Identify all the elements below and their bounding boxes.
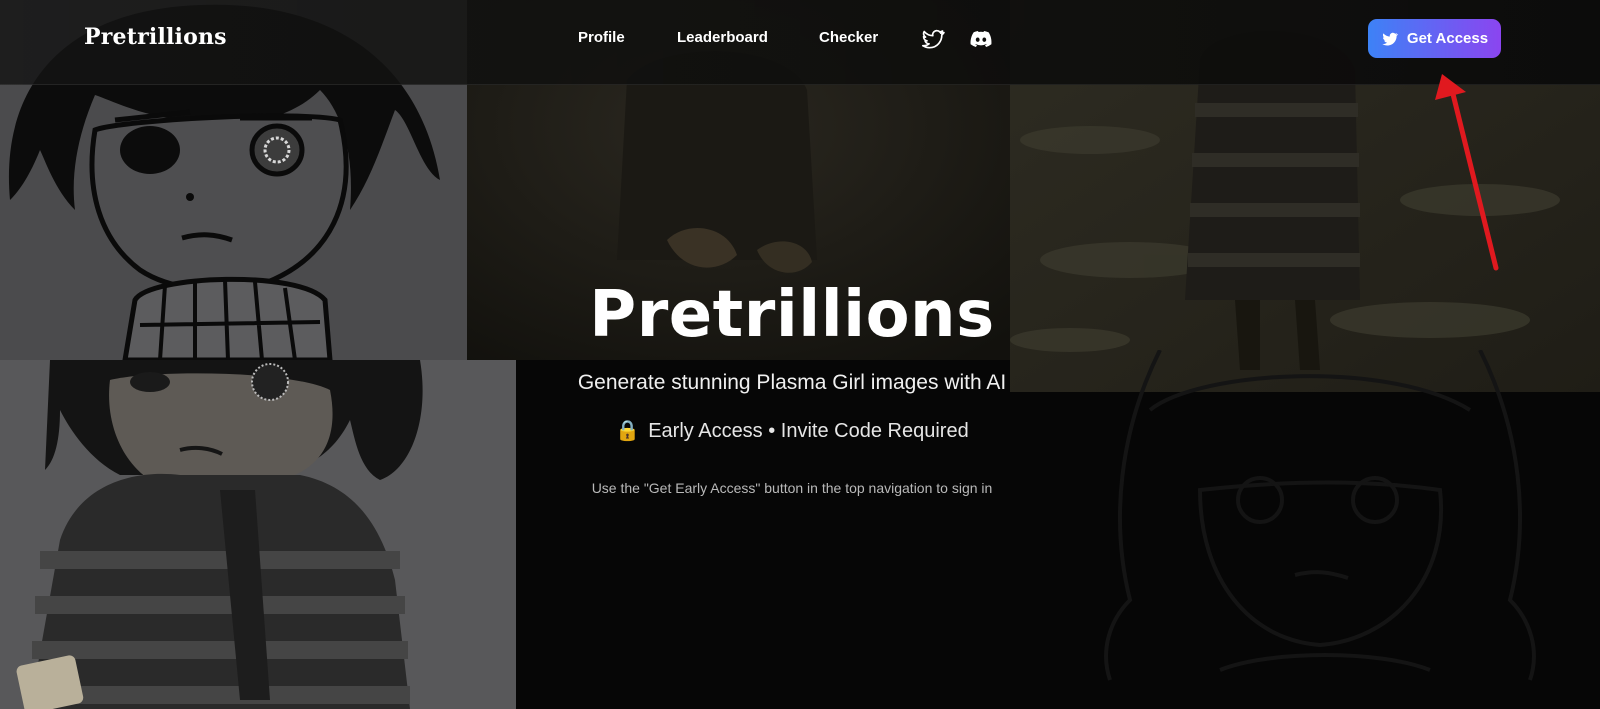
nav-link-leaderboard[interactable]: Leaderboard bbox=[677, 29, 768, 46]
artwork-tile-striped-sweater-boy bbox=[0, 360, 516, 709]
lock-icon: 🔒 bbox=[615, 420, 641, 442]
top-navigation: Pretrillions Profile Leaderboard Checker… bbox=[0, 0, 1600, 85]
hero-title: Pretrillions bbox=[589, 278, 995, 352]
twitter-icon bbox=[1382, 32, 1399, 46]
nav-link-profile[interactable]: Profile bbox=[578, 29, 625, 46]
striped-sweater-illustration bbox=[0, 360, 516, 709]
annotation-arrow-icon bbox=[1435, 74, 1499, 271]
get-access-label: Get Access bbox=[1406, 30, 1489, 47]
get-access-button[interactable]: Get Access bbox=[1368, 19, 1501, 58]
artwork-tile-faint-line-art bbox=[1090, 350, 1570, 709]
early-access-notice: 🔒 Early Access • Invite Code Required bbox=[0, 418, 1584, 443]
hero-subtitle: Generate stunning Plasma Girl images wit… bbox=[577, 371, 1007, 394]
brand-logo[interactable]: Pretrillions bbox=[84, 24, 227, 50]
nav-link-checker[interactable]: Checker bbox=[819, 29, 878, 46]
faint-line-art-illustration bbox=[1104, 350, 1536, 681]
discord-icon[interactable] bbox=[969, 27, 993, 51]
early-access-text: Early Access • Invite Code Required bbox=[648, 420, 969, 442]
twitter-icon[interactable] bbox=[921, 27, 945, 51]
sign-in-hint: Use the "Get Early Access" button in the… bbox=[591, 480, 993, 496]
